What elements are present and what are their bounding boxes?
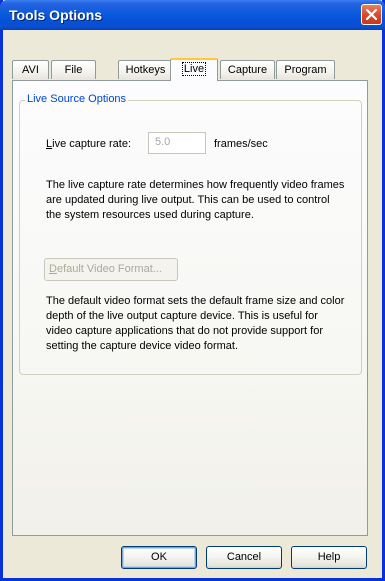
title-bar[interactable]: Tools Options [0,0,385,30]
ok-button[interactable]: OK [121,546,197,569]
live-capture-rate-label: Live capture rate: [46,138,131,150]
tab-program[interactable]: Program [276,60,335,79]
close-icon [366,9,377,20]
tab-file[interactable]: File [51,60,96,79]
rate-unit-label: frames/sec [214,138,268,150]
group-title: Live Source Options [25,93,129,105]
default-video-format-button[interactable]: Default Video Format... [44,258,178,281]
cancel-button[interactable]: Cancel [206,546,282,569]
tab-capture[interactable]: Capture [220,60,275,79]
rate-description: The live capture rate determines how fre… [46,179,345,221]
window-title: Tools Options [9,7,103,23]
tab-live[interactable]: Live [170,58,218,81]
live-capture-rate-input[interactable]: 5.0 [148,132,206,154]
format-description: The default video format sets the defaul… [46,295,345,352]
tab-hotkeys[interactable]: Hotkeys [118,60,173,79]
help-button[interactable]: Help [291,546,367,569]
close-button[interactable] [361,4,382,25]
tab-avi[interactable]: AVI [12,60,49,79]
